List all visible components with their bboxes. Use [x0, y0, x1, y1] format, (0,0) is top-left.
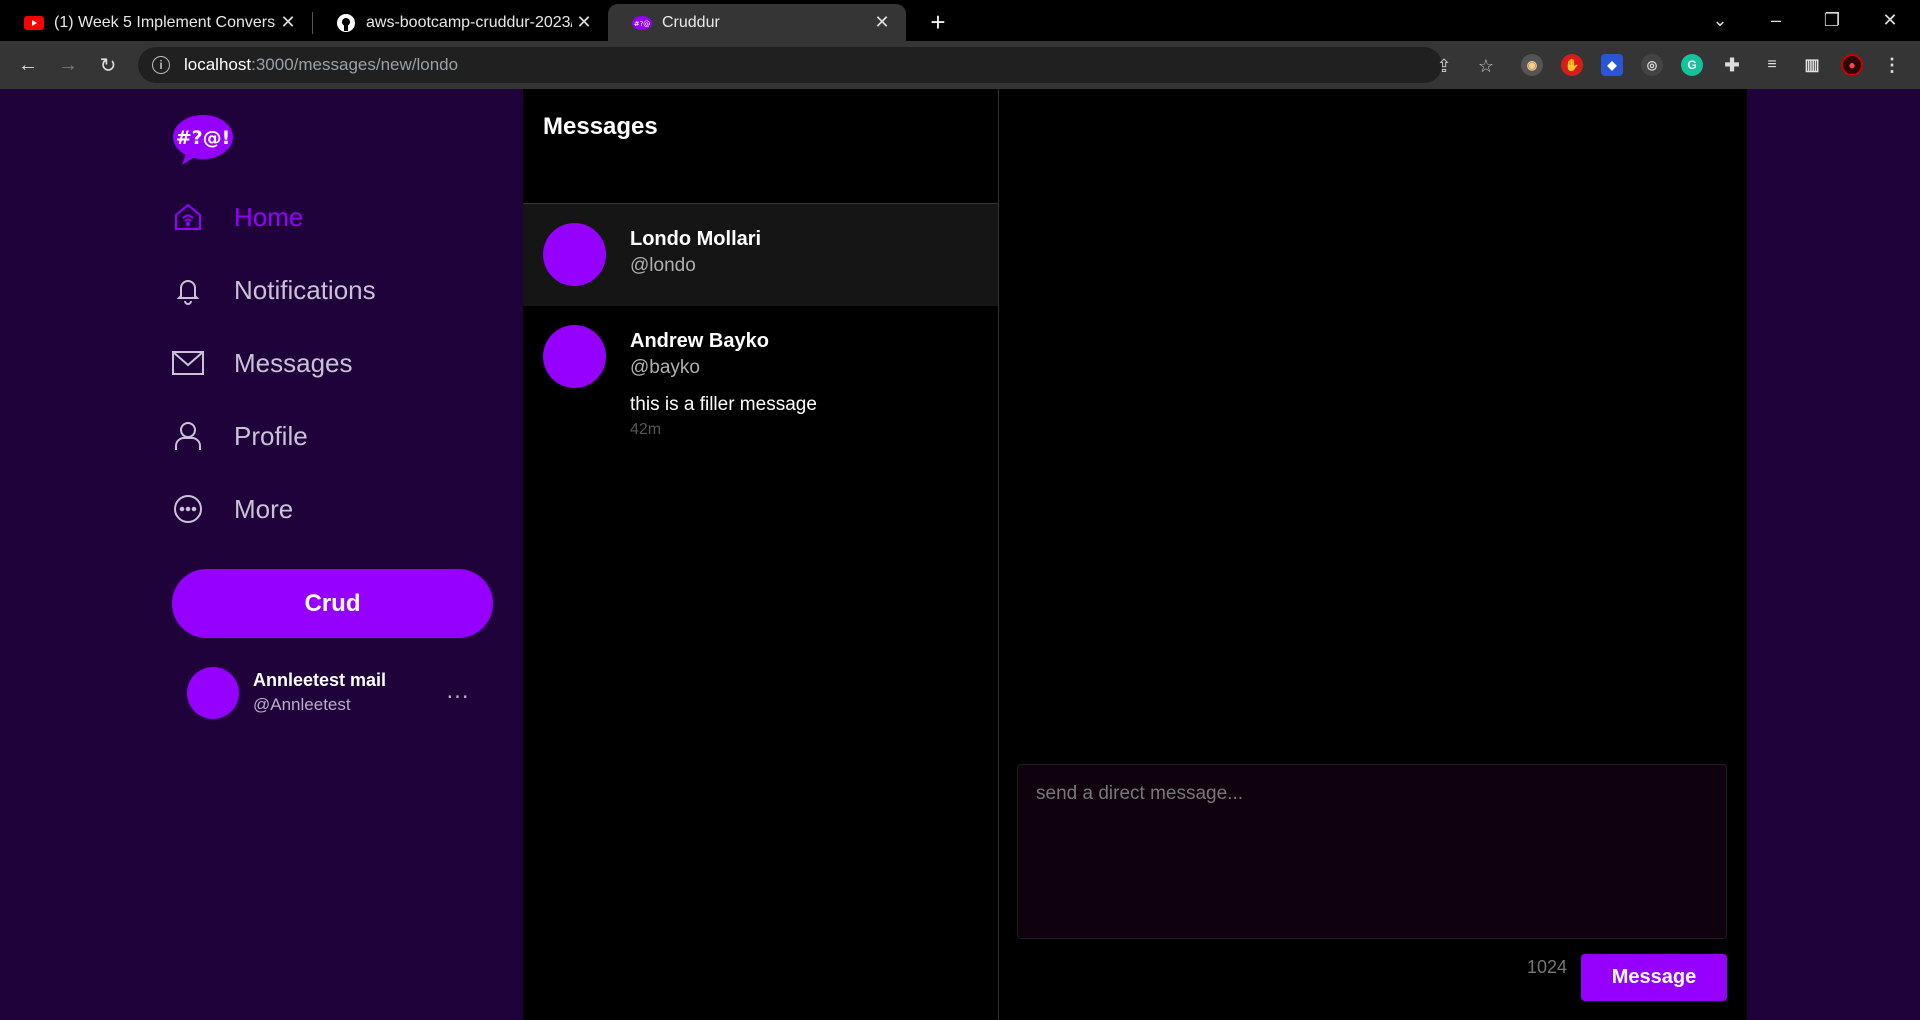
url-path: :3000/messages/new/londo [251, 55, 459, 74]
sidebar-item-more[interactable]: More [172, 489, 293, 529]
url-host: localhost [184, 55, 252, 74]
svg-text:#?@: #?@ [634, 20, 651, 28]
avatar [543, 325, 606, 388]
avatar [187, 667, 239, 719]
sidebar-item-messages[interactable]: Messages [172, 343, 353, 383]
forward-icon[interactable]: → [54, 51, 82, 79]
message-groups-feed: Messages Londo Mollari @londo Andrew Bay… [523, 89, 1204, 1020]
window-close-icon[interactable]: ✕ [1862, 0, 1918, 41]
extension-spy-icon[interactable]: ◎ [1641, 54, 1663, 76]
sidebar-item-notifications[interactable]: Notifications [172, 270, 376, 310]
tab-title: aws-bootcamp-cruddur-2023/fro [366, 13, 572, 31]
browser-toolbar: ← → ↻ i localhost:3000/messages/new/lond… [0, 41, 1920, 89]
cruddur-logo[interactable]: #?@! [172, 113, 234, 165]
browser-tab-youtube[interactable]: (1) Week 5 Implement Conversat ✕ [0, 4, 312, 41]
profile-handle: @Annleetest [253, 695, 351, 714]
message-group-item[interactable]: Londo Mollari @londo [523, 204, 998, 306]
extension-password-icon[interactable]: ◆ [1601, 54, 1623, 76]
extension-mascot-icon[interactable]: ◉ [1521, 54, 1543, 76]
message-group-item[interactable]: Andrew Bayko @bayko this is a filler mes… [523, 306, 998, 446]
nav-label: Notifications [234, 274, 376, 305]
envelope-icon [172, 347, 204, 379]
browser-tab-bar: (1) Week 5 Implement Conversat ✕ aws-boo… [0, 0, 1920, 41]
sidebar-item-profile[interactable]: Profile [172, 416, 308, 456]
close-tab-icon[interactable]: ✕ [572, 11, 596, 35]
group-name: Andrew Bayko [630, 330, 769, 352]
browser-menu-icon[interactable]: ⋮ [1881, 54, 1903, 76]
nav-label: Home [234, 201, 304, 232]
profile-info[interactable]: Annleetest mail @Annleetest ... [187, 667, 477, 719]
youtube-icon [24, 13, 44, 33]
extension-adblock-icon[interactable]: ✋ [1561, 54, 1583, 76]
close-tab-icon[interactable]: ✕ [870, 11, 894, 35]
address-bar[interactable]: i localhost:3000/messages/new/londo ⇪ ☆ [138, 47, 1494, 83]
github-icon [336, 13, 356, 33]
nav-label: More [234, 493, 294, 524]
direct-message-input[interactable] [1017, 764, 1727, 939]
side-panel-icon[interactable]: ▥ [1801, 54, 1823, 76]
cruddur-app: #?@! Home Notifications Messages Profile… [0, 89, 1920, 1020]
site-info-icon[interactable]: i [152, 56, 170, 74]
group-timestamp: 42m [630, 421, 662, 438]
crud-button[interactable]: Crud [172, 569, 493, 638]
browser-tab-github[interactable]: aws-bootcamp-cruddur-2023/fro ✕ [312, 4, 608, 41]
sidebar: #?@! Home Notifications Messages Profile… [172, 89, 493, 1020]
extension-grammarly-icon[interactable]: G [1681, 54, 1703, 76]
group-name: Londo Mollari [630, 228, 762, 250]
profile-menu-icon[interactable]: ... [443, 677, 473, 704]
character-counter: 1024 [1526, 957, 1567, 977]
media-control-icon[interactable]: ≡ [1761, 54, 1783, 76]
sidebar-item-home[interactable]: Home [172, 197, 303, 237]
new-tab-icon[interactable]: + [924, 7, 952, 37]
minimize-icon[interactable]: – [1748, 0, 1804, 41]
bookmark-star-icon[interactable]: ☆ [1476, 56, 1496, 76]
person-icon [172, 420, 204, 452]
bell-icon [172, 274, 204, 306]
group-handle: @bayko [630, 357, 700, 378]
close-tab-icon[interactable]: ✕ [276, 11, 300, 35]
nav-label: Messages [234, 347, 353, 378]
tab-title: Cruddur [662, 13, 720, 31]
avatar [543, 223, 606, 286]
conversation-panel: 1024 Message [999, 89, 1747, 1020]
logo-text: #?@! [176, 127, 231, 149]
share-icon[interactable]: ⇪ [1434, 56, 1454, 76]
tab-title: (1) Week 5 Implement Conversat [54, 13, 276, 31]
nav-label: Profile [234, 420, 308, 451]
tab-search-icon[interactable]: ⌄ [1692, 0, 1748, 41]
browser-tab-cruddur[interactable]: #?@ Cruddur ✕ [608, 4, 906, 41]
profile-display-name: Annleetest mail [253, 670, 387, 690]
group-handle: @londo [630, 255, 696, 276]
send-message-button[interactable]: Message [1581, 954, 1727, 1001]
home-icon [172, 201, 204, 233]
profile-avatar-icon[interactable]: ● [1841, 54, 1863, 76]
restore-icon[interactable]: ❐ [1804, 0, 1860, 41]
group-last-message: this is a filler message [630, 394, 817, 415]
cruddur-icon: #?@ [632, 13, 652, 33]
page-title: Messages [543, 113, 658, 140]
back-icon[interactable]: ← [14, 51, 42, 79]
extensions-puzzle-icon[interactable]: ✚ [1721, 54, 1743, 76]
reload-icon[interactable]: ↻ [94, 51, 122, 79]
more-icon [172, 493, 204, 525]
